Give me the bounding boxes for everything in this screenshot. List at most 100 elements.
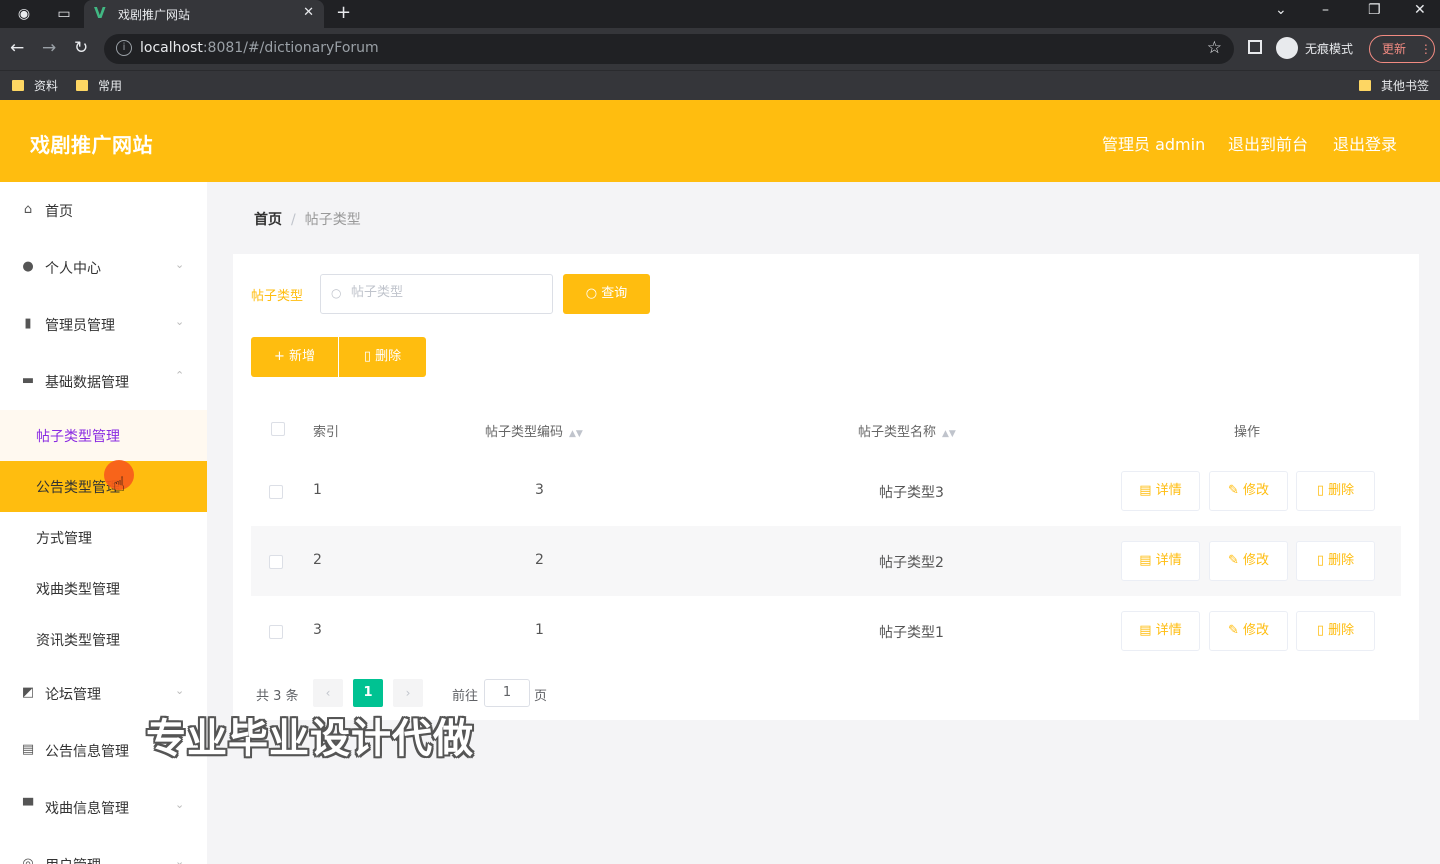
bookmark-folder-changyong[interactable]: 常用: [76, 77, 122, 94]
sidebar-item-label: 论坛管理: [45, 687, 101, 703]
row-checkbox[interactable]: [269, 555, 283, 569]
forward-icon[interactable]: →: [42, 38, 56, 58]
sidebar-item-basic-data[interactable]: ▬ 基础数据管理 ⌃: [0, 353, 207, 410]
sidebar-item-opera-info[interactable]: ▀ 戏曲信息管理 ⌄: [0, 779, 207, 836]
trash-icon: ▯: [363, 349, 371, 364]
back-icon[interactable]: ←: [10, 38, 24, 58]
tab-list-chevron-icon[interactable]: ⌄: [1275, 2, 1287, 18]
tab-close-icon[interactable]: ✕: [303, 5, 314, 20]
sort-icon[interactable]: ▲▼: [942, 429, 956, 439]
incognito-icon: [1276, 37, 1298, 59]
query-button[interactable]: ○ 查询: [563, 274, 650, 314]
edit-button[interactable]: ✎ 修改: [1209, 541, 1288, 581]
cell-code: 2: [535, 552, 544, 568]
window-close-icon[interactable]: ✕: [1414, 2, 1426, 18]
sidebar-subitem-label: 方式管理: [36, 531, 92, 547]
column-header-code[interactable]: 帖子类型编码 ▲▼: [485, 421, 583, 440]
restore-icon[interactable]: ❐: [1368, 2, 1381, 18]
cell-code: 1: [535, 622, 544, 638]
edit-icon: ✎: [1227, 623, 1239, 638]
delete-button[interactable]: ▯ 删除: [1296, 611, 1375, 651]
sidebar-item-label: 公告信息管理: [45, 744, 129, 760]
detail-button[interactable]: ▤ 详情: [1121, 471, 1200, 511]
logout-link[interactable]: 退出登录: [1333, 131, 1397, 155]
trash-icon: ▯: [1316, 623, 1324, 638]
edit-button[interactable]: ✎ 修改: [1209, 471, 1288, 511]
sidebar-subitem-label: 戏曲类型管理: [36, 582, 120, 598]
reload-icon[interactable]: ↻: [74, 38, 88, 58]
site-info-icon[interactable]: i: [116, 40, 132, 56]
folder-icon: [76, 80, 88, 91]
row-checkbox[interactable]: [269, 625, 283, 639]
sidebar-subitem-method[interactable]: 方式管理: [0, 512, 207, 563]
sidebar-item-label: 戏曲信息管理: [45, 801, 129, 817]
cell-index: 1: [313, 482, 322, 498]
row-checkbox[interactable]: [269, 485, 283, 499]
breadcrumb-home[interactable]: 首页: [254, 212, 282, 228]
sidebar-subitem-notice-type[interactable]: 公告类型管理: [0, 461, 207, 512]
detail-button[interactable]: ▤ 详情: [1121, 541, 1200, 581]
bookmark-star-icon[interactable]: ☆: [1207, 38, 1222, 58]
cell-code: 3: [535, 482, 544, 498]
breadcrumb-current: 帖子类型: [304, 212, 361, 228]
sidebar-item-label: 个人中心: [45, 261, 101, 277]
sidebar-item-home[interactable]: ⌂ 首页: [0, 182, 207, 239]
sidebar-subitem-post-type[interactable]: 帖子类型管理: [0, 410, 207, 461]
url-text[interactable]: localhost:8081/#/dictionaryForum: [140, 40, 379, 56]
table-row: 2 2 帖子类型2 ▤ 详情 ✎ 修改 ▯ 删除: [251, 526, 1401, 596]
sidebar-item-personal-center[interactable]: ● 个人中心 ⌄: [0, 239, 207, 296]
page-number-button[interactable]: 1: [353, 679, 383, 707]
detail-button[interactable]: ▤ 详情: [1121, 611, 1200, 651]
edit-button[interactable]: ✎ 修改: [1209, 611, 1288, 651]
add-button[interactable]: + 新增: [251, 337, 338, 377]
search-input-wrapper[interactable]: ○: [320, 274, 553, 314]
address-bar[interactable]: i localhost:8081/#/dictionaryForum ☆: [104, 34, 1234, 64]
document-icon: ▤: [1139, 553, 1152, 568]
pagination-total: 共 3 条: [256, 689, 299, 704]
trash-icon: ▯: [1316, 553, 1324, 568]
edit-icon: ✎: [1227, 483, 1239, 498]
prev-page-icon[interactable]: ‹: [313, 679, 343, 707]
tab-search-icon[interactable]: ▭: [54, 4, 74, 24]
chevron-down-icon: ⌄: [175, 684, 185, 697]
sidebar-subitem-news-type[interactable]: 资讯类型管理: [0, 614, 207, 665]
search-input[interactable]: [351, 285, 541, 300]
bookmark-folder-ziliao[interactable]: 资料: [12, 77, 58, 94]
browser-toolbar: ← → ↻ i localhost:8081/#/dictionaryForum…: [0, 28, 1440, 70]
chevron-down-icon: ⌄: [175, 258, 185, 271]
cell-index: 3: [313, 622, 322, 638]
breadcrumb-separator: /: [291, 212, 296, 228]
new-tab-icon[interactable]: +: [336, 2, 351, 23]
update-button[interactable]: 更新 ⋮: [1369, 35, 1435, 63]
sidebar-item-user-management[interactable]: ◎ 用户管理 ⌄: [0, 836, 207, 864]
next-page-icon[interactable]: ›: [393, 679, 423, 707]
pagination-goto-label: 前往: [452, 689, 479, 704]
table-row: 1 3 帖子类型3 ▤ 详情 ✎ 修改 ▯ 删除: [251, 456, 1401, 526]
delete-button[interactable]: ▯ 删除: [1296, 541, 1375, 581]
sort-icon[interactable]: ▲▼: [569, 429, 583, 439]
other-bookmarks[interactable]: 其他书签: [1359, 77, 1429, 94]
sidebar-item-admin-management[interactable]: ▮ 管理员管理 ⌄: [0, 296, 207, 353]
sidebar-subitem-opera-type[interactable]: 戏曲类型管理: [0, 563, 207, 614]
side-panel-icon[interactable]: [1248, 40, 1262, 54]
browser-globe-icon[interactable]: ◉: [14, 4, 34, 24]
watermark-text: 专业毕业设计代做: [146, 716, 474, 762]
admin-user-link[interactable]: 管理员 admin: [1102, 131, 1205, 155]
minimize-icon[interactable]: –: [1322, 2, 1329, 18]
batch-delete-button[interactable]: ▯ 删除: [339, 337, 426, 377]
column-header-name[interactable]: 帖子类型名称 ▲▼: [858, 421, 956, 440]
chevron-down-icon: ⌄: [175, 855, 185, 864]
trash-icon: ▯: [1316, 483, 1324, 498]
sidebar-item-label: 用户管理: [45, 855, 101, 864]
column-header-index: 索引: [313, 425, 340, 440]
browser-tab[interactable]: V 戏剧推广网站 ✕: [84, 0, 324, 28]
edit-icon: ✎: [1227, 553, 1239, 568]
search-label: 帖子类型: [251, 289, 304, 304]
browser-tab-strip: ◉ ▭ V 戏剧推广网站 ✕ + ⌄ – ❐ ✕: [0, 0, 1440, 28]
delete-button[interactable]: ▯ 删除: [1296, 471, 1375, 511]
sidebar-subitem-label: 帖子类型管理: [36, 429, 120, 445]
pagination-goto-input[interactable]: 1: [484, 679, 530, 707]
column-header-actions: 操作: [1234, 425, 1261, 440]
exit-to-front-link[interactable]: 退出到前台: [1228, 131, 1308, 155]
select-all-checkbox[interactable]: [271, 422, 285, 436]
